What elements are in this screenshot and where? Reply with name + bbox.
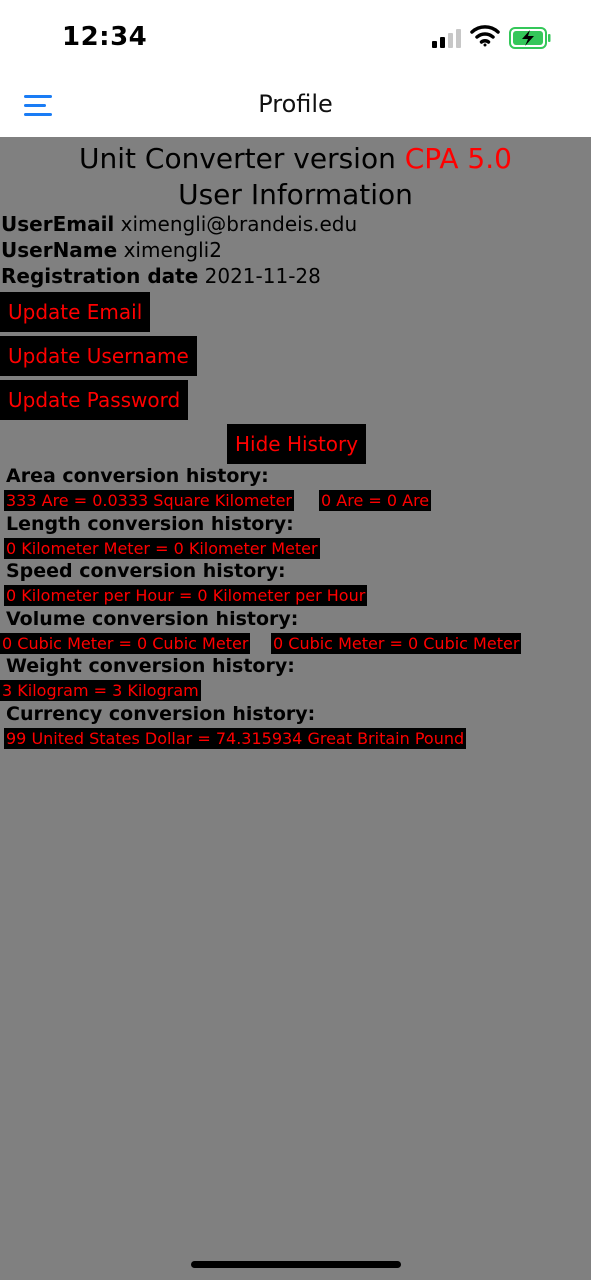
currency-history-entry: 99 United States Dollar = 74.315934 Grea… [4, 728, 467, 749]
app-version-heading: Unit Converter version CPA 5.0 [0, 142, 591, 175]
user-name-label: UserName [1, 238, 118, 262]
currency-history-label: Currency conversion history: [6, 703, 316, 725]
speed-history-entry: 0 Kilometer per Hour = 0 Kilometer per H… [4, 585, 368, 606]
update-username-button[interactable]: Update Username [0, 336, 197, 376]
user-name-value: ximengli2 [123, 238, 222, 262]
hide-history-button[interactable]: Hide History [227, 424, 367, 464]
volume-history-entry: 0 Cubic Meter = 0 Cubic Meter [0, 633, 251, 654]
area-history-label: Area conversion history: [6, 465, 269, 487]
length-history-entry: 0 Kilometer Meter = 0 Kilometer Meter [4, 538, 320, 559]
version-text: CPA 5.0 [404, 142, 512, 175]
user-name-row: UserName ximengli2 [1, 238, 222, 262]
user-email-row: UserEmail ximengli@brandeis.edu [1, 212, 357, 236]
navigation-bar: Profile [0, 75, 591, 137]
cellular-signal-icon [432, 28, 464, 48]
area-history-entry: 333 Are = 0.0333 Square Kilometer [4, 490, 294, 511]
update-email-button[interactable]: Update Email [0, 292, 151, 332]
home-indicator[interactable] [191, 1261, 401, 1268]
user-email-label: UserEmail [1, 212, 115, 236]
update-password-button[interactable]: Update Password [0, 380, 189, 420]
user-information-heading: User Information [178, 178, 413, 211]
registration-date-value: 2021-11-28 [204, 264, 321, 288]
status-bar: 12:34 [0, 0, 591, 75]
registration-date-label: Registration date [1, 264, 199, 288]
app-name-text: Unit Converter version [79, 142, 405, 175]
battery-charging-icon [509, 27, 551, 49]
registration-date-row: Registration date 2021-11-28 [1, 264, 321, 288]
volume-history-entry: 0 Cubic Meter = 0 Cubic Meter [271, 633, 522, 654]
speed-history-label: Speed conversion history: [6, 560, 286, 582]
length-history-label: Length conversion history: [6, 513, 294, 535]
wifi-icon [470, 25, 500, 47]
user-email-value: ximengli@brandeis.edu [120, 212, 358, 236]
weight-history-entry: 3 Kilogram = 3 Kilogram [0, 680, 201, 701]
area-history-entry: 0 Are = 0 Are [319, 490, 432, 511]
page-title: Profile [258, 90, 333, 118]
volume-history-label: Volume conversion history: [6, 608, 299, 630]
weight-history-label: Weight conversion history: [6, 655, 295, 677]
status-time: 12:34 [62, 22, 148, 52]
